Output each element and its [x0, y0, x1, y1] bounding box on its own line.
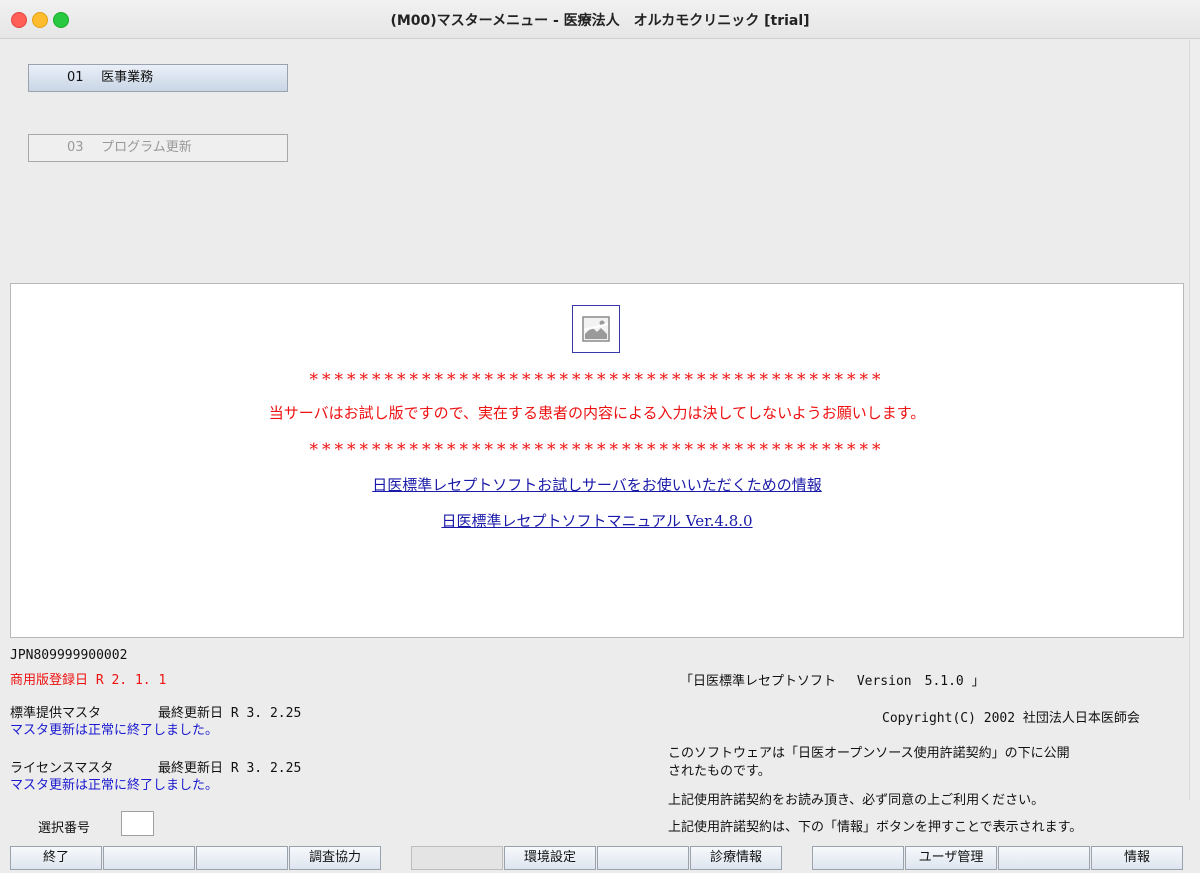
menu-item-number: 01 — [67, 70, 84, 85]
notice-panel: ****************************************… — [10, 283, 1184, 638]
warning-stars-top: ****************************************… — [309, 370, 885, 390]
license-text-line-3: 上記使用許諾契約をお読み頂き、必ず同意の上ご利用ください。 — [668, 793, 1045, 808]
menu-item-label: 医事業務 — [101, 70, 154, 85]
fkey-2-button[interactable] — [103, 846, 195, 870]
fkey-5-button[interactable] — [411, 846, 503, 870]
trial-info-link[interactable]: 日医標準レセプトソフトお試しサーバをお使いいただくための情報 — [11, 474, 1183, 495]
fkey-8-clinical-info-button[interactable]: 診療情報 — [690, 846, 782, 870]
fkey-6-settings-button[interactable]: 環境設定 — [504, 846, 596, 870]
fkey-10-user-admin-button[interactable]: ユーザ管理 — [905, 846, 997, 870]
jpn-id: JPN809999900002 — [10, 648, 128, 663]
window-titlebar: (M00)マスターメニュー - 医療法人 オルカモクリニック [trial] — [0, 0, 1200, 39]
license-text-line-2: されたものです。 — [668, 764, 771, 779]
window-title: (M00)マスターメニュー - 医療法人 オルカモクリニック [trial] — [390, 13, 810, 29]
menu-item-label: プログラム更新 — [101, 140, 192, 155]
fkey-12-info-button[interactable]: 情報 — [1091, 846, 1183, 870]
broken-image-icon — [572, 305, 620, 353]
menu-item-program-update[interactable]: 03 プログラム更新 — [28, 134, 288, 162]
picture-icon — [582, 316, 610, 342]
license-text-line-1: このソフトウェアは「日医オープンソース使用許諾契約」の下に公開 — [668, 746, 1070, 761]
fkey-9-button[interactable] — [812, 846, 904, 870]
fkey-1-exit-button[interactable]: 終了 — [10, 846, 102, 870]
license-master-message: マスタ更新は正常に終了しました。 — [10, 778, 219, 793]
selection-number-input[interactable] — [121, 811, 154, 836]
software-version: 「日医標準レセプトソフト Version 5.1.0 」 — [680, 674, 985, 689]
function-key-bar: 終了 調査協力 環境設定 診療情報 ユーザ管理 情報 — [10, 846, 1190, 870]
window-edge — [1189, 40, 1200, 800]
menu-item-iji-gyomu[interactable]: 01 医事業務 — [28, 64, 288, 92]
fkey-7-button[interactable] — [597, 846, 689, 870]
fkey-11-button[interactable] — [998, 846, 1090, 870]
fkey-4-survey-button[interactable]: 調査協力 — [289, 846, 381, 870]
selection-number-label: 選択番号 — [38, 821, 91, 836]
manual-link[interactable]: 日医標準レセプトソフトマニュアル Ver.4.8.0 — [11, 510, 1183, 531]
trial-warning-text: 当サーバはお試し版ですので、実在する患者の内容による入力は決してしないようお願い… — [268, 404, 926, 422]
commercial-registration-date: 商用版登録日 R 2. 1. 1 — [10, 673, 167, 688]
copyright-text: Copyright(C) 2002 社団法人日本医師会 — [882, 711, 1140, 726]
license-text-line-4: 上記使用許諾契約は、下の「情報」ボタンを押すことで表示されます。 — [668, 820, 1083, 835]
standard-master-message: マスタ更新は正常に終了しました。 — [10, 723, 219, 738]
fkey-3-button[interactable] — [196, 846, 288, 870]
warning-stars-bottom: ****************************************… — [309, 440, 885, 460]
menu-item-number: 03 — [67, 140, 84, 155]
